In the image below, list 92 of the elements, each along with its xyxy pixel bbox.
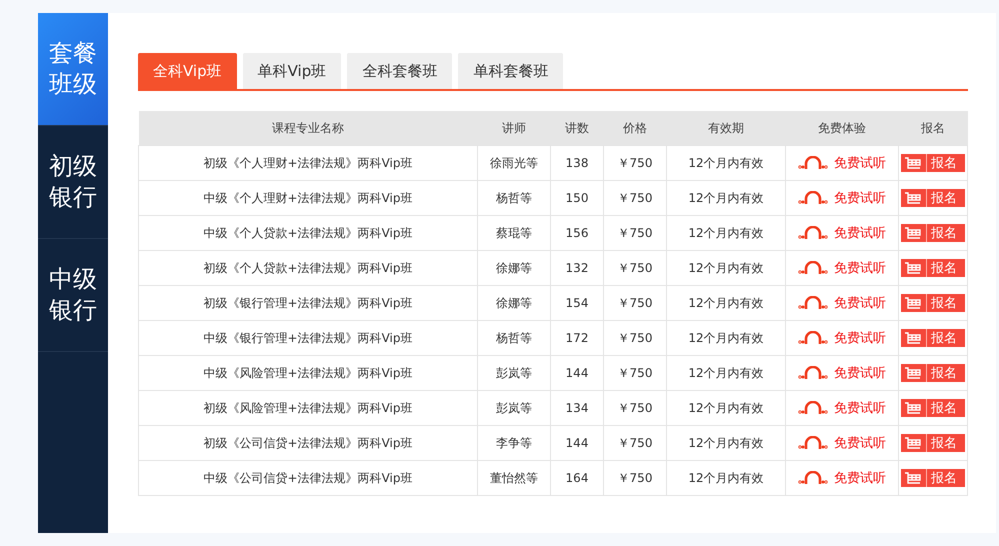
signup-button[interactable]: 报名 [901,434,965,452]
table-cell: 144 [550,426,604,460]
column-header: 讲数 [550,111,604,146]
table-cell: 12个月内有效 [666,286,786,320]
signup-button[interactable]: 报名 [901,224,965,242]
table-cell: 12个月内有效 [666,320,786,356]
table-cell: 徐娜等 [478,250,550,286]
cart-icon [904,366,922,380]
headphones-icon [798,470,828,484]
table-cell: 172 [550,320,604,356]
table-cell: 12个月内有效 [666,356,786,390]
table-cell: 156 [550,216,604,250]
headphones-icon [798,436,828,450]
table-cell: 12个月内有效 [666,180,786,216]
table-cell: ￥750 [604,320,666,356]
table-cell: 初级《风险管理+法律法规》两科Vip班 [138,390,478,426]
cart-icon [904,156,922,170]
headphones-icon [798,296,828,310]
table-cell: 12个月内有效 [666,426,786,460]
table-cell: 徐雨光等 [478,146,550,180]
table-cell: 董怡然等 [478,460,550,496]
table-cell: 杨哲等 [478,180,550,216]
column-header: 报名 [898,111,968,146]
signup-button[interactable]: 报名 [901,364,965,382]
cart-icon [904,190,922,204]
table-cell: ￥750 [604,180,666,216]
table-cell: ￥750 [604,426,666,460]
table-cell: 中级《风险管理+法律法规》两科Vip班 [138,356,478,390]
table-cell: 中级《银行管理+法律法规》两科Vip班 [138,320,478,356]
column-header: 课程专业名称 [138,111,478,146]
signup-button[interactable]: 报名 [901,468,965,486]
table-cell: 164 [550,460,604,496]
column-header: 有效期 [666,111,786,146]
table-cell: 蔡琨等 [478,216,550,250]
table-cell: 134 [550,390,604,426]
table-cell: 彭岚等 [478,356,550,390]
tab[interactable]: 单科Vip班 [242,53,342,89]
cart-icon [904,330,922,344]
headphones-icon [798,260,828,274]
table-cell: 初级《个人贷款+法律法规》两科Vip班 [138,250,478,286]
table-cell: 138 [550,146,604,180]
tab[interactable]: 全科Vip班 [138,53,237,89]
table-cell: 初级《公司信贷+法律法规》两科Vip班 [138,426,478,460]
table-cell: ￥750 [604,356,666,390]
table-cell: 初级《银行管理+法律法规》两科Vip班 [138,286,478,320]
signup-button[interactable]: 报名 [901,398,965,416]
cart-icon [904,470,922,484]
cart-icon [904,296,922,310]
table-cell: 144 [550,356,604,390]
column-header: 免费体验 [786,111,898,146]
table-cell: 12个月内有效 [666,390,786,426]
tab[interactable]: 单科套餐班 [458,53,564,89]
signup-button[interactable]: 报名 [901,188,965,206]
signup-button[interactable]: 报名 [901,154,965,172]
headphones-icon [798,226,828,240]
table-cell: 杨哲等 [478,320,550,356]
table-cell: ￥750 [604,286,666,320]
table-cell: 初级《个人理财+法律法规》两科Vip班 [138,146,478,180]
headphones-icon [798,330,828,344]
headphones-icon [798,366,828,380]
table-cell: 154 [550,286,604,320]
table-cell: 李争等 [478,426,550,460]
column-header: 讲师 [478,111,550,146]
table-cell: 12个月内有效 [666,460,786,496]
headphones-icon [798,156,828,170]
table-cell: 彭岚等 [478,390,550,426]
table-cell: 150 [550,180,604,216]
table-cell: 12个月内有效 [666,250,786,286]
headphones-icon [798,190,828,204]
sidebar-item[interactable]: 套餐班级 [38,13,108,126]
table-cell: ￥750 [604,250,666,286]
table-cell: 132 [550,250,604,286]
table-cell: 中级《个人贷款+法律法规》两科Vip班 [138,216,478,250]
tab[interactable]: 全科套餐班 [347,53,452,89]
table-cell: ￥750 [604,216,666,250]
column-header: 价格 [604,111,666,146]
table-cell: 12个月内有效 [666,146,786,180]
cart-icon [904,400,922,414]
cart-icon [904,260,922,274]
cart-icon [904,436,922,450]
signup-button[interactable]: 报名 [901,258,965,276]
table-cell: ￥750 [604,390,666,426]
table-cell: 徐娜等 [478,286,550,320]
signup-button[interactable]: 报名 [901,294,965,312]
table-cell: 中级《公司信贷+法律法规》两科Vip班 [138,460,478,496]
cart-icon [904,226,922,240]
table-cell: ￥750 [604,146,666,180]
signup-button[interactable]: 报名 [901,328,965,346]
table-cell: 12个月内有效 [666,216,786,250]
table-cell: ￥750 [604,460,666,496]
table-cell: 中级《个人理财+法律法规》两科Vip班 [138,180,478,216]
headphones-icon [798,400,828,414]
